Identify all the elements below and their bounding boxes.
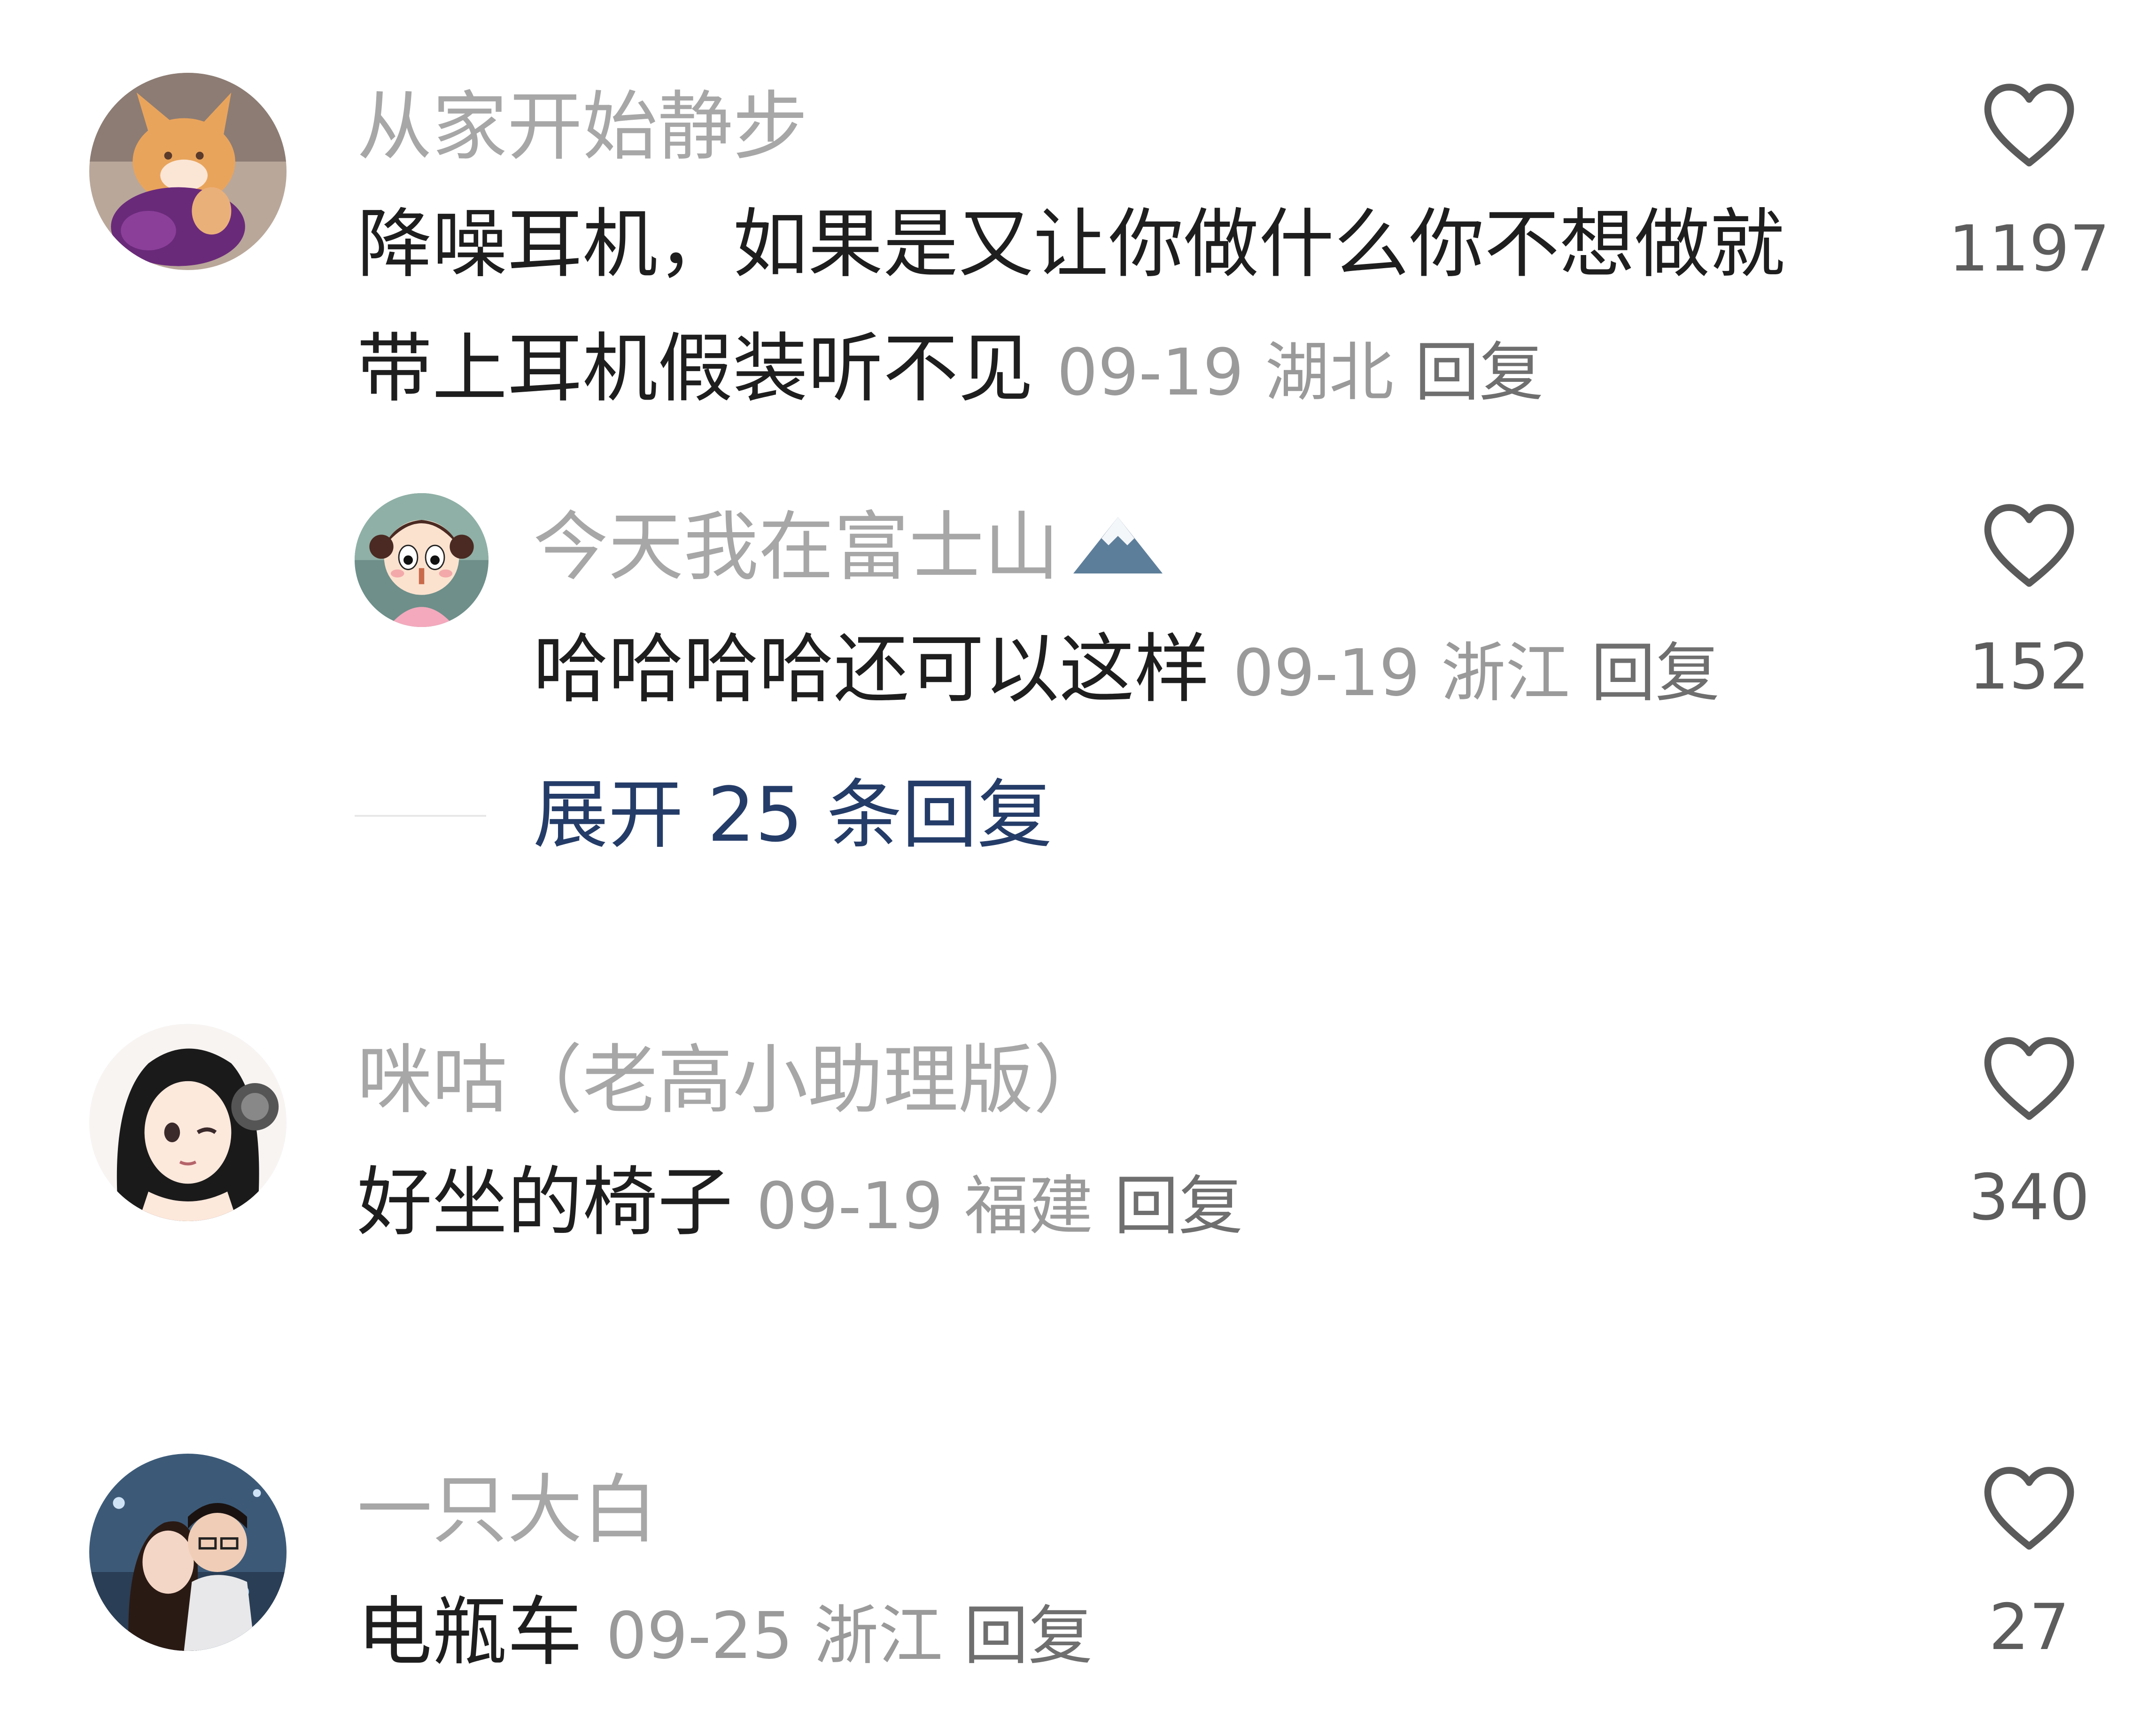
comment-text-line2: 带上耳机假装听不见 09-19 湖北 回复: [357, 324, 1543, 418]
avatar[interactable]: [89, 1024, 287, 1221]
cartoon-girl-avatar-icon: [355, 493, 489, 627]
heart-icon: [1984, 1037, 2074, 1120]
avatar[interactable]: [89, 1454, 287, 1651]
comment-date: 09-19: [756, 1169, 944, 1244]
comment-location: 湖北: [1265, 335, 1394, 410]
reply-text-line: 哈哈哈哈还可以这样 09-19 浙江 回复: [533, 625, 1720, 718]
like-count: 27: [1989, 1590, 2070, 1664]
comment-username[interactable]: 从家开始静步: [357, 82, 808, 171]
reply-meta: 09-19 浙江: [1233, 636, 1570, 711]
mountain-emoji-icon: [1069, 508, 1167, 597]
anime-headphones-avatar-icon: [89, 1024, 287, 1221]
avatar[interactable]: [355, 493, 489, 627]
comment-meta: 09-25 浙江: [606, 1599, 943, 1673]
cat-avatar-icon: [89, 73, 287, 270]
like-button[interactable]: [1959, 500, 2100, 604]
reply-username-text: 今天我在富士山: [533, 503, 1060, 591]
expand-replies-button[interactable]: 展开 25 条回复: [533, 770, 1052, 860]
expand-divider: [355, 815, 486, 817]
reply-button[interactable]: 回复: [964, 1599, 1093, 1673]
reply-button[interactable]: 回复: [1114, 1169, 1243, 1244]
comment-username[interactable]: 咪咕（老高小助理版）: [357, 1036, 1109, 1125]
like-button[interactable]: [1959, 1033, 2100, 1137]
comment-text-line: 好坐的椅子 09-19 福建 回复: [357, 1158, 1243, 1251]
like-count: 340: [1969, 1161, 2090, 1234]
comment-text: 带上耳机假装听不见: [357, 325, 1034, 412]
reply-text: 哈哈哈哈还可以这样: [533, 625, 1210, 713]
comment-meta: 09-19 湖北: [1057, 335, 1394, 410]
comment-date: 09-25: [606, 1599, 793, 1673]
reply-date: 09-19: [1233, 636, 1420, 711]
comment-location: 浙江: [814, 1599, 943, 1673]
comment-username[interactable]: 一只大白: [357, 1465, 658, 1555]
reply-button[interactable]: 回复: [1415, 335, 1543, 410]
comment-text-line: 电瓶车 09-25 浙江 回复: [357, 1588, 1093, 1681]
comment-date: 09-19: [1057, 335, 1244, 410]
heart-icon: [1984, 1467, 2074, 1550]
like-count: 1197: [1948, 212, 2110, 286]
reply-button[interactable]: 回复: [1591, 636, 1720, 711]
heart-icon: [1984, 84, 2074, 167]
couple-photo-avatar-icon: [89, 1454, 287, 1651]
comment-meta: 09-19 福建: [756, 1169, 1093, 1244]
comment-location: 福建: [964, 1169, 1094, 1244]
heart-icon: [1984, 504, 2074, 587]
reply-location: 浙江: [1441, 636, 1570, 711]
avatar[interactable]: [89, 73, 287, 270]
comment-text: 电瓶车: [357, 1588, 583, 1676]
comment-text: 好坐的椅子: [357, 1158, 733, 1246]
comment-text-line1: 降噪耳机，如果是又让你做什么你不想做就: [357, 200, 1785, 288]
like-button[interactable]: [1959, 80, 2100, 183]
like-count: 152: [1969, 630, 2090, 704]
reply-username[interactable]: 今天我在富士山: [533, 503, 1167, 597]
like-button[interactable]: [1959, 1463, 2100, 1566]
